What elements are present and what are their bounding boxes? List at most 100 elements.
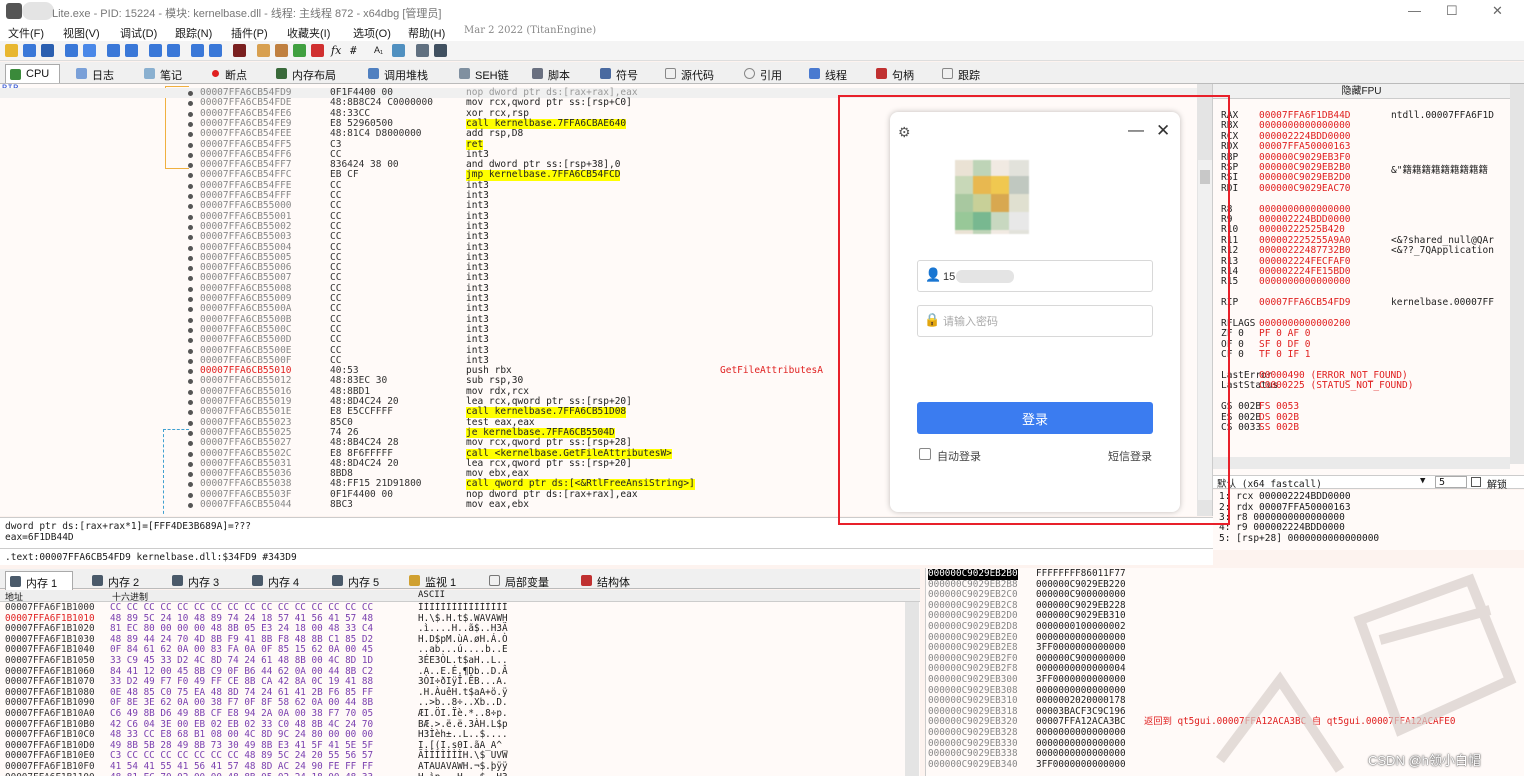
tab-symbols[interactable]: 符号 <box>596 64 654 83</box>
register-row[interactable]: R10 00000222525B420 <box>1221 224 1345 235</box>
breakpoint-dot[interactable] <box>188 111 193 117</box>
bookmark-icon[interactable] <box>293 44 306 57</box>
stack-row[interactable]: 000000C9029EB300 3FF0000000000000 <box>926 674 1524 686</box>
open-icon[interactable] <box>5 44 18 57</box>
tab-struct[interactable]: 结构体 <box>577 571 647 590</box>
register-scrollbar[interactable] <box>1510 84 1524 464</box>
tab-watch-1[interactable]: 监视 1 <box>405 571 473 590</box>
script-icon[interactable] <box>233 44 246 57</box>
breakpoint-dot[interactable] <box>188 245 193 251</box>
register-row[interactable]: R13 000002224FECFAF0 <box>1221 256 1351 267</box>
breakpoint-dot[interactable] <box>188 348 193 354</box>
username-field[interactable]: 👤 <box>917 260 1153 292</box>
register-row[interactable]: RFLAGS 0000000000000200 <box>1221 318 1351 329</box>
register-row[interactable]: R12 00000222487732B0 <&??_7QApplication <box>1221 245 1494 256</box>
tab-dump-3[interactable]: 内存 3 <box>168 571 236 590</box>
tab-locals[interactable]: 局部变量 <box>485 571 565 590</box>
breakpoint-dot[interactable] <box>188 358 193 364</box>
auto-login-checkbox[interactable] <box>919 448 931 460</box>
breakpoint-dot[interactable] <box>188 152 193 158</box>
breakpoint-dot[interactable] <box>188 91 193 96</box>
breakpoint-dot[interactable] <box>188 266 193 272</box>
breakpoint-dot[interactable] <box>188 492 193 498</box>
breakpoint-dot[interactable] <box>188 173 193 179</box>
arg-count-stepper[interactable]: 5 <box>1435 476 1467 488</box>
stack-row[interactable]: 000000C9029EB2B0 FFFFFFFF86011F77 <box>926 568 1524 580</box>
menu-debug[interactable]: 调试(D) <box>120 25 157 41</box>
register-row[interactable]: RSP 000000C9029EB2B0 &"籍籍籍籍籍籍籍籍籍 <box>1221 162 1488 176</box>
function-icon[interactable]: fx <box>331 44 341 57</box>
breakpoint-dot[interactable] <box>188 204 193 210</box>
breakpoint-dot[interactable] <box>188 276 193 282</box>
hex-dump-view[interactable]: 00007FFA6F1B1000 CC CC CC CC CC CC CC CC … <box>0 602 920 776</box>
breakpoint-dot[interactable] <box>188 255 193 261</box>
breakpoint-dot[interactable] <box>188 410 193 416</box>
menu-trace[interactable]: 跟踪(N) <box>175 25 212 41</box>
register-row[interactable]: ZF 0 PF 0 AF 0 <box>1221 328 1310 339</box>
stack-row[interactable]: 000000C9029EB2D8 0000000100000002 <box>926 621 1524 633</box>
breakpoint-dot[interactable] <box>188 235 193 241</box>
graph-icon[interactable] <box>434 44 447 57</box>
settings-icon[interactable]: ⚙ <box>898 124 911 141</box>
menu-help[interactable]: 帮助(H) <box>408 25 445 41</box>
breakpoint-dot[interactable] <box>188 482 193 488</box>
register-row[interactable]: CS 0033SS 002B <box>1221 422 1299 433</box>
breakpoint-dot[interactable] <box>188 400 193 405</box>
tab-seh[interactable]: SEH链 <box>455 64 525 83</box>
comment-icon[interactable] <box>275 44 288 57</box>
menu-options[interactable]: 选项(O) <box>353 25 391 41</box>
close-window-icon[interactable]: ✕ <box>1492 3 1503 19</box>
stop-icon[interactable] <box>41 44 54 57</box>
dump-scrollbar[interactable] <box>905 602 919 776</box>
tab-breakpoints[interactable]: 断点 <box>205 64 265 83</box>
register-row[interactable]: RDX 00007FFA50000163 <box>1221 141 1351 152</box>
tab-handles[interactable]: 句柄 <box>872 64 932 83</box>
tab-log[interactable]: 日志 <box>72 64 130 83</box>
register-row[interactable]: R8 0000000000000000 <box>1221 204 1351 215</box>
breakpoint-dot[interactable] <box>188 389 193 395</box>
tab-memory-map[interactable]: 内存布局 <box>272 64 354 83</box>
breakpoint-dot[interactable] <box>188 369 193 375</box>
breakpoint-dot[interactable] <box>188 461 193 467</box>
stack-view[interactable]: 000000C9029EB2B0 FFFFFFFF86011F77 000000C9… <box>925 568 1524 776</box>
stack-row[interactable]: 000000C9029EB328 0000000000000000 <box>926 727 1524 739</box>
register-row[interactable]: R14 000002224FE15BD0 <box>1221 266 1351 277</box>
breakpoint-dot[interactable] <box>188 379 193 385</box>
breakpoint-dot[interactable] <box>188 224 193 230</box>
breakpoint-dot[interactable] <box>188 194 193 199</box>
patch-icon[interactable] <box>257 44 270 57</box>
menu-file[interactable]: 文件(F) <box>8 25 44 41</box>
step-into-icon[interactable] <box>107 44 120 57</box>
register-row[interactable]: RBP 000000C9029EB3F0 <box>1221 152 1351 163</box>
breakpoint-dot[interactable] <box>188 420 193 426</box>
restart-icon[interactable] <box>23 44 36 57</box>
calling-convention-select[interactable]: 默认 (x64 fastcall) <box>1217 476 1322 490</box>
trace-into-icon[interactable] <box>149 44 162 57</box>
register-row[interactable]: GS 002BFS 0053 <box>1221 401 1299 412</box>
strings-icon[interactable] <box>392 44 405 57</box>
sms-login-link[interactable]: 短信登录 <box>1108 448 1152 464</box>
register-row[interactable]: LastError00000490 (ERROR_NOT_FOUND) <box>1221 370 1408 381</box>
breakpoint-dot[interactable] <box>188 503 193 508</box>
hide-fpu-button[interactable]: 隐藏FPU <box>1213 84 1510 99</box>
unlock-checkbox[interactable] <box>1471 477 1481 487</box>
register-row[interactable]: LastStatusC0000225 (STATUS_NOT_FOUND) <box>1221 380 1413 391</box>
pause-icon[interactable] <box>83 44 96 57</box>
run-to-user-icon[interactable] <box>209 44 222 57</box>
dialog-scrollbar[interactable] <box>1198 160 1212 500</box>
register-hscroll[interactable] <box>1213 457 1510 469</box>
breakpoint-dot[interactable] <box>188 307 193 313</box>
login-button[interactable]: 登录 <box>917 402 1153 434</box>
menu-plugins[interactable]: 插件(P) <box>231 25 268 41</box>
register-row[interactable]: R9 000002224BDD0000 <box>1221 214 1351 225</box>
breakpoint-dot[interactable] <box>188 101 193 107</box>
maximize-icon[interactable]: ☐ <box>1446 3 1458 19</box>
register-row[interactable]: RDI 000000C9029EAC70 <box>1221 183 1351 194</box>
label-icon[interactable] <box>311 44 324 57</box>
register-row[interactable]: OF 0 SF 0 DF 0 <box>1221 339 1310 350</box>
breakpoint-dot[interactable] <box>188 338 193 344</box>
register-row[interactable]: RCX 000002224BDD0000 <box>1221 131 1351 142</box>
breakpoint-dot[interactable] <box>188 121 193 127</box>
tab-dump-4[interactable]: 内存 4 <box>248 571 316 590</box>
breakpoint-dot[interactable] <box>188 132 193 138</box>
